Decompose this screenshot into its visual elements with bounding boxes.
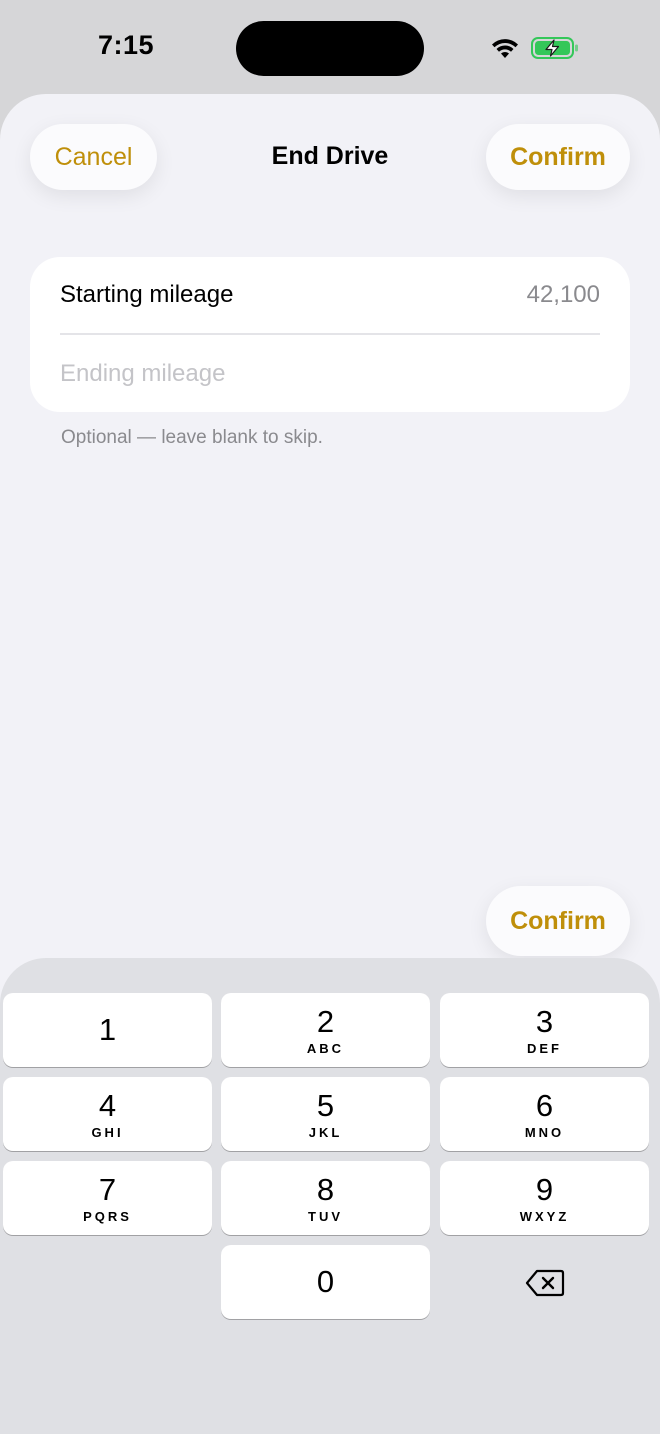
confirm-button-bottom[interactable]: Confirm bbox=[486, 886, 630, 956]
key-digit: 2 bbox=[316, 1003, 335, 1039]
key-0[interactable]: 0 bbox=[221, 1245, 430, 1319]
key-5[interactable]: 5 JKL bbox=[221, 1077, 430, 1151]
helper-text: Optional — leave blank to skip. bbox=[61, 427, 323, 448]
ending-mileage-input[interactable] bbox=[60, 360, 600, 388]
key-digit: 4 bbox=[98, 1087, 117, 1123]
starting-mileage-label: Starting mileage bbox=[60, 281, 234, 308]
key-3[interactable]: 3 DEF bbox=[440, 993, 649, 1067]
starting-mileage-value: 42,100 bbox=[526, 281, 600, 308]
dynamic-island bbox=[236, 21, 424, 76]
wifi-icon bbox=[492, 39, 518, 58]
key-9[interactable]: 9 WXYZ bbox=[440, 1161, 649, 1235]
key-digit: 6 bbox=[535, 1087, 554, 1123]
confirm-button-top[interactable]: Confirm bbox=[486, 124, 630, 190]
key-letters: ABC bbox=[306, 1040, 345, 1056]
key-letters: TUV bbox=[308, 1208, 343, 1224]
key-1[interactable]: 1 bbox=[3, 993, 212, 1067]
key-digit: 8 bbox=[316, 1171, 335, 1207]
key-letters: WXYZ bbox=[519, 1208, 570, 1224]
key-letters: JKL bbox=[308, 1124, 343, 1140]
status-time: 7:15 bbox=[98, 30, 155, 60]
delete-key[interactable] bbox=[440, 1246, 649, 1320]
key-digit: 1 bbox=[98, 1012, 117, 1047]
battery-charging-icon bbox=[531, 37, 578, 59]
key-2[interactable]: 2 ABC bbox=[221, 993, 430, 1067]
key-letters: MNO bbox=[524, 1124, 565, 1140]
status-bar: 7:15 bbox=[0, 0, 660, 94]
key-digit: 3 bbox=[535, 1003, 554, 1039]
key-digit: 0 bbox=[316, 1264, 335, 1299]
key-4[interactable]: 4 GHI bbox=[3, 1077, 212, 1151]
key-8[interactable]: 8 TUV bbox=[221, 1161, 430, 1235]
delete-backward-icon bbox=[525, 1269, 564, 1297]
key-digit: 9 bbox=[535, 1171, 554, 1207]
form-divider bbox=[60, 333, 600, 335]
key-6[interactable]: 6 MNO bbox=[440, 1077, 649, 1151]
key-letters: DEF bbox=[527, 1040, 562, 1056]
key-digit: 5 bbox=[316, 1087, 335, 1123]
numeric-keypad: 1 2 ABC 3 DEF 4 GHI 5 JKL 6 MNO 7 PQRS 8… bbox=[0, 958, 660, 1434]
ending-mileage-row bbox=[60, 336, 600, 412]
mileage-form-card: Starting mileage 42,100 bbox=[30, 257, 630, 412]
key-7[interactable]: 7 PQRS bbox=[3, 1161, 212, 1235]
key-letters: PQRS bbox=[83, 1208, 132, 1224]
starting-mileage-row: Starting mileage 42,100 bbox=[60, 257, 600, 333]
key-letters: GHI bbox=[91, 1124, 124, 1140]
key-digit: 7 bbox=[98, 1171, 117, 1207]
